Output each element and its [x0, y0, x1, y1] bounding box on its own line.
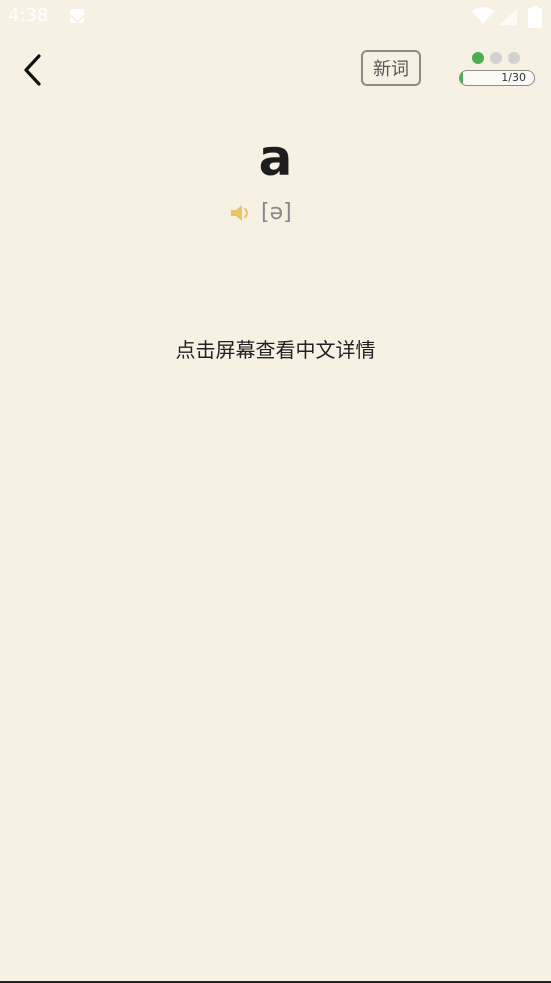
battery-icon	[528, 6, 542, 28]
back-button[interactable]	[14, 52, 50, 88]
phonetic-transcription: [ə]	[261, 200, 292, 225]
signal-icon	[499, 9, 517, 25]
progress-dot-3	[508, 52, 520, 64]
progress-dots	[472, 52, 520, 64]
tap-hint[interactable]: 点击屏幕查看中文详情	[0, 334, 551, 363]
pronunciation-row[interactable]: [ə]	[229, 200, 292, 225]
progress-dot-1	[472, 52, 484, 64]
vocabulary-word: a	[258, 129, 293, 187]
chevron-left-icon	[24, 54, 41, 86]
progress-fill	[460, 71, 463, 85]
status-bar: 4:38	[0, 0, 551, 34]
progress-dot-2	[490, 52, 502, 64]
progress-bar: 1/30	[459, 70, 535, 86]
new-word-button[interactable]: 新词	[361, 50, 421, 86]
status-time: 4:38	[8, 5, 49, 26]
notification-icon	[70, 9, 84, 23]
progress-text: 1/30	[501, 71, 526, 84]
wifi-icon	[472, 7, 494, 24]
speaker-icon[interactable]	[229, 202, 253, 224]
